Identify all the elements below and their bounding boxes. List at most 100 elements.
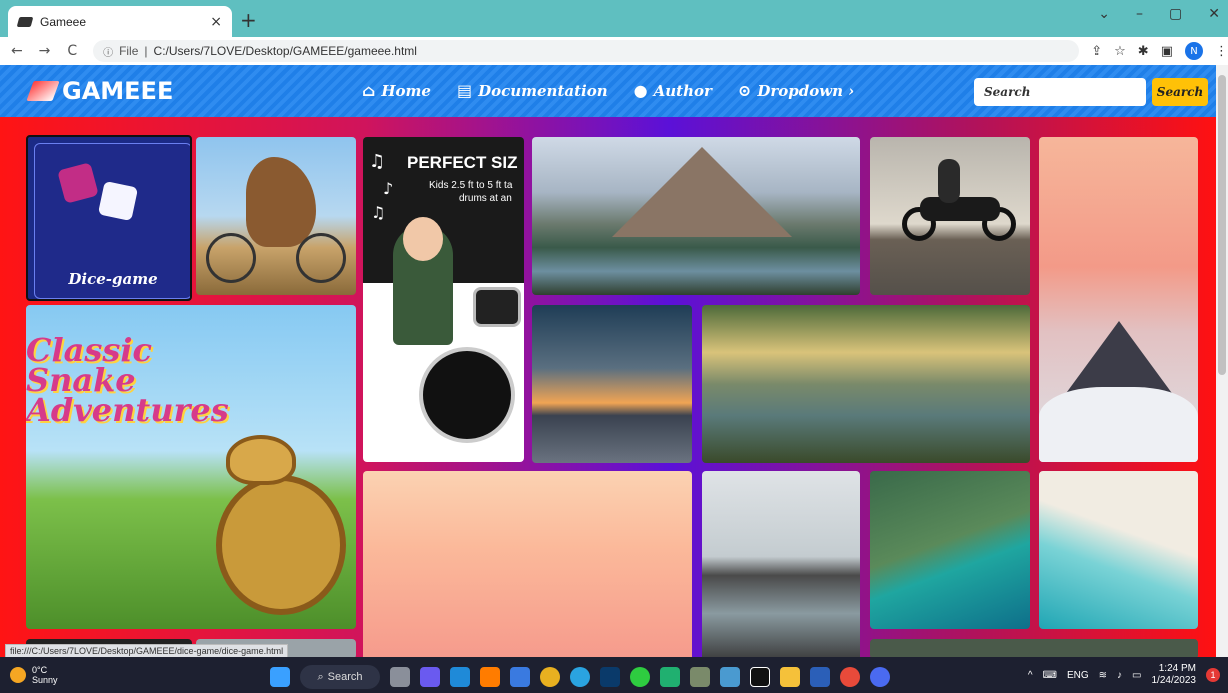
bicycle-wheel-left [206, 233, 256, 283]
drum-kit-ad-image: PERFECT SIZ Kids 2.5 ft to 5 ft ta drums… [363, 137, 524, 462]
child-head [403, 217, 443, 261]
music-note-icon: ♫ [371, 203, 386, 222]
reload-button[interactable]: C [61, 43, 83, 59]
peach-gradient-image [363, 471, 692, 657]
drum-tom [473, 287, 521, 327]
tiktok-icon[interactable] [750, 667, 770, 687]
share-icon[interactable]: ⇪ [1091, 44, 1102, 59]
word-icon[interactable] [810, 667, 830, 687]
motorcycle-rider-image [870, 137, 1030, 295]
snake-title-line: Adventures [26, 391, 229, 429]
chevron-circle-down-icon: ⊙ [737, 81, 752, 100]
nav-home[interactable]: ⌂ Home [362, 81, 431, 100]
site-logo[interactable]: GAMEEE [26, 77, 173, 105]
drum-bass [419, 347, 515, 443]
bookmark-star-icon[interactable]: ☆ [1114, 44, 1126, 59]
close-tab-icon[interactable]: × [210, 14, 222, 30]
taskbar-search[interactable]: ⌕ Search [300, 665, 380, 689]
search-icon: ⌕ [317, 670, 324, 683]
window-controls: ⌄ – ▢ ✕ [1098, 6, 1220, 22]
system-tray: ^ ⌨ ENG ≋ ♪ ▭ 1:24 PM 1/24/2023 1 [1028, 663, 1220, 687]
address-bar[interactable]: ⓘ File | C:/Users/7LOVE/Desktop/GAMEEE/g… [93, 40, 1080, 62]
windows-taskbar: 0°C Sunny ⌕ Search ^ ⌨ ENG ≋ ♪ ▭ 1:24 PM… [0, 657, 1228, 693]
drum-ad-subtitle-2: drums at an [459, 193, 512, 204]
gameee-favicon-icon [16, 16, 34, 27]
close-window-button[interactable]: ✕ [1208, 6, 1220, 22]
keyboard-icon[interactable]: ⌨ [1043, 670, 1057, 681]
snake-body-shape [216, 475, 346, 615]
browser-actions: ⇪ ☆ ✱ ▣ N ⋮ [1091, 42, 1228, 60]
forward-button[interactable]: → [34, 43, 56, 59]
volume-icon[interactable]: ♪ [1117, 670, 1122, 681]
document-icon: ▤ [456, 81, 473, 100]
url-separator: | [144, 44, 148, 58]
extensions-icon[interactable]: ✱ [1138, 44, 1149, 59]
tray-chevron-up-icon[interactable]: ^ [1028, 670, 1033, 681]
back-button[interactable]: ← [6, 43, 28, 59]
aerial-coast-image [870, 471, 1030, 629]
vscode-icon[interactable] [450, 667, 470, 687]
maximize-button[interactable]: ▢ [1169, 6, 1182, 22]
wifi-icon[interactable]: ≋ [1099, 670, 1107, 681]
side-panel-icon[interactable]: ▣ [1161, 44, 1173, 59]
tab-search-icon[interactable]: ⌄ [1098, 6, 1110, 22]
nav-home-label: Home [381, 81, 431, 100]
logo-mark-icon [26, 81, 60, 101]
browser-tab[interactable]: Gameee × [8, 6, 232, 37]
white-die-icon [97, 180, 139, 222]
music-note-icon: ♫ [369, 151, 386, 172]
snake-adventures-card[interactable]: Classic Snake Adventures [26, 305, 356, 629]
photoshop-icon[interactable] [600, 667, 620, 687]
browser-toolbar: ← → C ⓘ File | C:/Users/7LOVE/Desktop/GA… [0, 37, 1228, 65]
home-icon: ⌂ [362, 81, 376, 100]
green-app-icon[interactable] [630, 667, 650, 687]
forest-lake-image [702, 305, 1030, 463]
cloud-shape [1039, 387, 1198, 462]
chrome-icon[interactable] [540, 667, 560, 687]
dice-game-card[interactable]: Dice-game [26, 135, 192, 301]
minimize-button[interactable]: – [1136, 6, 1143, 22]
weather-condition: Sunny [32, 675, 58, 685]
illustrator-icon[interactable] [480, 667, 500, 687]
search-input[interactable] [974, 78, 1146, 106]
teal-app-icon[interactable] [660, 667, 680, 687]
notification-badge[interactable]: 1 [1206, 668, 1220, 682]
browser-icon[interactable] [870, 667, 890, 687]
rocky-shore-image [702, 471, 860, 657]
nav-author-label: Author [653, 81, 712, 100]
user-icon: ● [633, 81, 648, 100]
nav-dropdown[interactable]: ⊙ Dropdown › [738, 81, 854, 100]
site-info-icon[interactable]: ⓘ [103, 44, 113, 59]
chrome-profile-icon[interactable] [840, 667, 860, 687]
game-app-icon[interactable] [690, 667, 710, 687]
main-nav: ⌂ Home ▤ Documentation ● Author ⊙ Dropdo… [362, 81, 854, 100]
chat-icon[interactable] [420, 667, 440, 687]
file-manager-icon[interactable] [720, 667, 740, 687]
site-header: GAMEEE ⌂ Home ▤ Documentation ● Author ⊙… [0, 65, 1216, 117]
menu-kebab-icon[interactable]: ⋮ [1215, 44, 1228, 59]
telegram-icon[interactable] [570, 667, 590, 687]
nav-documentation[interactable]: ▤ Documentation [457, 81, 608, 100]
weather-widget[interactable]: 0°C Sunny [10, 665, 58, 685]
task-view-icon[interactable] [390, 667, 410, 687]
partial-mountain-tile-image [870, 639, 1198, 657]
new-tab-button[interactable]: + [240, 8, 257, 32]
url-text[interactable]: C:/Users/7LOVE/Desktop/GAMEEE/gameee.htm… [154, 44, 417, 58]
explorer-icon[interactable] [780, 667, 800, 687]
page-scrollbar[interactable] [1216, 65, 1228, 657]
nav-author[interactable]: ● Author [634, 81, 712, 100]
battery-icon[interactable]: ▭ [1132, 670, 1141, 681]
scrollbar-thumb[interactable] [1218, 75, 1226, 375]
taskbar-search-label: Search [327, 671, 363, 683]
clock[interactable]: 1:24 PM 1/24/2023 [1152, 663, 1197, 687]
windows-start-icon[interactable] [270, 667, 290, 687]
sun-icon [10, 667, 26, 683]
search-button[interactable]: Search [1152, 78, 1208, 106]
desktop-icon[interactable] [510, 667, 530, 687]
status-bar-url: file:///C:/Users/7LOVE/Desktop/GAMEEE/di… [5, 644, 289, 657]
mountain-lake-image [532, 137, 860, 295]
profile-avatar[interactable]: N [1184, 42, 1203, 60]
taskbar-apps: ⌕ Search [270, 665, 890, 689]
page-viewport: GAMEEE ⌂ Home ▤ Documentation ● Author ⊙… [0, 65, 1216, 657]
language-indicator[interactable]: ENG [1067, 670, 1089, 681]
